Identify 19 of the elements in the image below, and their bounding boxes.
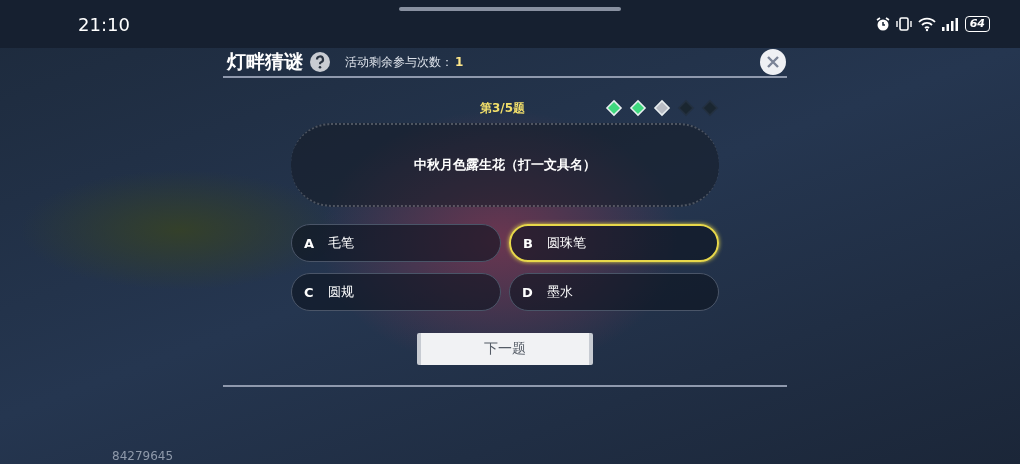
remaining-count: 1 — [455, 55, 464, 69]
answer-option[interactable]: C 圆规 — [291, 273, 501, 311]
answer-option[interactable]: B 圆珠笔 — [509, 224, 719, 262]
user-id: 84279645 — [112, 449, 174, 463]
game-title: 灯畔猜谜 — [227, 49, 303, 74]
clock-time: 21:10 — [78, 13, 130, 35]
answer-option[interactable]: D 墨水 — [509, 273, 719, 311]
vibrate-icon — [894, 16, 913, 32]
help-icon[interactable] — [309, 51, 331, 73]
alarm-icon — [874, 16, 891, 32]
remaining-label: 活动剩余参与次数： — [345, 53, 453, 71]
close-icon[interactable] — [759, 48, 787, 76]
next-question-button[interactable]: 下一题 — [417, 333, 593, 365]
battery-level: 64 — [964, 16, 990, 32]
signal-icon — [940, 17, 961, 31]
question-counter: 第3/5题 — [480, 99, 526, 117]
answer-option[interactable]: A 毛笔 — [291, 224, 501, 262]
riddle-text: 中秋月色露生花（打一文具名） — [414, 156, 596, 174]
wifi-icon — [916, 16, 937, 32]
